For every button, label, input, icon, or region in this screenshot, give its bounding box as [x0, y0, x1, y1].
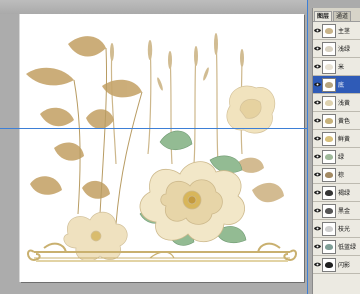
- layer-list: 主茎浅绿米底浅黄黄色鲜黄绿棕褐绿黑金枝光低蓝绿闪影: [313, 22, 360, 274]
- layer-row[interactable]: 低蓝绿: [313, 238, 360, 256]
- thumbnail-content: [325, 225, 333, 232]
- layer-name: 鲜黄: [338, 136, 351, 143]
- layer-row[interactable]: 黑金: [313, 202, 360, 220]
- right-leaves: [236, 157, 284, 203]
- layer-name: 浅绿: [338, 46, 351, 53]
- layer-name: 底: [338, 82, 345, 89]
- layer-name: 褐绿: [338, 190, 351, 197]
- layer-row[interactable]: 闪影: [313, 256, 360, 274]
- thumbnail-content: [325, 63, 333, 70]
- gold-leaves: [26, 36, 142, 199]
- layer-row[interactable]: 米: [313, 58, 360, 76]
- layer-thumbnail[interactable]: [322, 59, 336, 74]
- layer-row[interactable]: 主茎: [313, 22, 360, 40]
- layer-row[interactable]: 棕: [313, 166, 360, 184]
- horizontal-guide[interactable]: [0, 128, 308, 129]
- thumbnail-content: [325, 243, 333, 250]
- image-canvas[interactable]: [20, 14, 304, 282]
- layer-thumbnail[interactable]: [322, 77, 336, 92]
- layer-name: 黑金: [338, 208, 351, 215]
- frame-base: [36, 260, 288, 262]
- layer-thumbnail[interactable]: [322, 239, 336, 254]
- eye-icon[interactable]: [313, 260, 321, 270]
- eye-icon[interactable]: [313, 62, 321, 72]
- eye-icon[interactable]: [313, 170, 321, 180]
- layer-thumbnail[interactable]: [322, 131, 336, 146]
- layer-thumbnail[interactable]: [322, 257, 336, 272]
- thumbnail-content: [325, 117, 333, 124]
- flower-bud: [226, 85, 276, 134]
- layer-row[interactable]: 枝光: [313, 220, 360, 238]
- eye-icon[interactable]: [313, 44, 321, 54]
- tab-layers[interactable]: 图层: [314, 11, 333, 21]
- eye-icon[interactable]: [313, 224, 321, 234]
- thumbnail-content: [325, 99, 333, 106]
- layer-thumbnail[interactable]: [322, 185, 336, 200]
- thumbnail-content: [325, 153, 333, 160]
- layer-name: 低蓝绿: [338, 244, 357, 251]
- thumbnail-content: [325, 135, 333, 142]
- layers-panel: 图层 通道 主茎浅绿米底浅黄黄色鲜黄绿棕褐绿黑金枝光低蓝绿闪影: [312, 8, 360, 294]
- small-flower: [63, 211, 128, 262]
- eye-icon[interactable]: [313, 206, 321, 216]
- layer-name: 黄色: [338, 118, 351, 125]
- photoshop-window: 图层 通道 主茎浅绿米底浅黄黄色鲜黄绿棕褐绿黑金枝光低蓝绿闪影: [0, 0, 360, 294]
- thumbnail-content: [325, 261, 333, 268]
- document-top-edge: [0, 0, 308, 14]
- layer-name: 主茎: [338, 28, 351, 35]
- tab-channels[interactable]: 通道: [333, 11, 352, 21]
- layer-thumbnail[interactable]: [322, 149, 336, 164]
- layer-row[interactable]: 绿: [313, 148, 360, 166]
- eye-icon[interactable]: [313, 26, 321, 36]
- layer-name: 浅黄: [338, 100, 351, 107]
- thumbnail-content: [325, 207, 333, 214]
- layer-thumbnail[interactable]: [322, 95, 336, 110]
- eye-icon[interactable]: [313, 98, 321, 108]
- layer-row[interactable]: 浅黄: [313, 94, 360, 112]
- layer-row[interactable]: 黄色: [313, 112, 360, 130]
- layer-name: 绿: [338, 154, 345, 161]
- layer-name: 枝光: [338, 226, 351, 233]
- eye-icon[interactable]: [313, 80, 321, 90]
- vertical-guide[interactable]: [307, 0, 308, 294]
- thumbnail-content: [325, 189, 333, 196]
- layer-thumbnail[interactable]: [322, 113, 336, 128]
- eye-icon[interactable]: [313, 134, 321, 144]
- layer-thumbnail[interactable]: [322, 221, 336, 236]
- thumbnail-content: [325, 45, 333, 52]
- layer-thumbnail[interactable]: [322, 23, 336, 38]
- layer-thumbnail[interactable]: [322, 203, 336, 218]
- floral-artwork: [26, 33, 297, 262]
- layer-name: 闪影: [338, 262, 351, 269]
- thumbnail-content: [325, 27, 333, 34]
- layer-row[interactable]: 底: [313, 76, 360, 94]
- eye-icon[interactable]: [313, 242, 321, 252]
- leaf-stems: [73, 47, 143, 225]
- eye-icon[interactable]: [313, 116, 321, 126]
- thumbnail-content: [325, 81, 333, 88]
- panel-tabs: 图层 通道: [313, 8, 360, 22]
- layer-thumbnail[interactable]: [322, 41, 336, 56]
- layer-row[interactable]: 浅绿: [313, 40, 360, 58]
- eye-icon[interactable]: [313, 188, 321, 198]
- layer-thumbnail[interactable]: [322, 167, 336, 182]
- eye-icon[interactable]: [313, 152, 321, 162]
- thumbnail-content: [325, 171, 333, 178]
- workspace: [0, 0, 308, 294]
- layer-row[interactable]: 褐绿: [313, 184, 360, 202]
- layer-name: 米: [338, 64, 345, 71]
- layer-name: 棕: [338, 172, 345, 179]
- layer-row[interactable]: 鲜黄: [313, 130, 360, 148]
